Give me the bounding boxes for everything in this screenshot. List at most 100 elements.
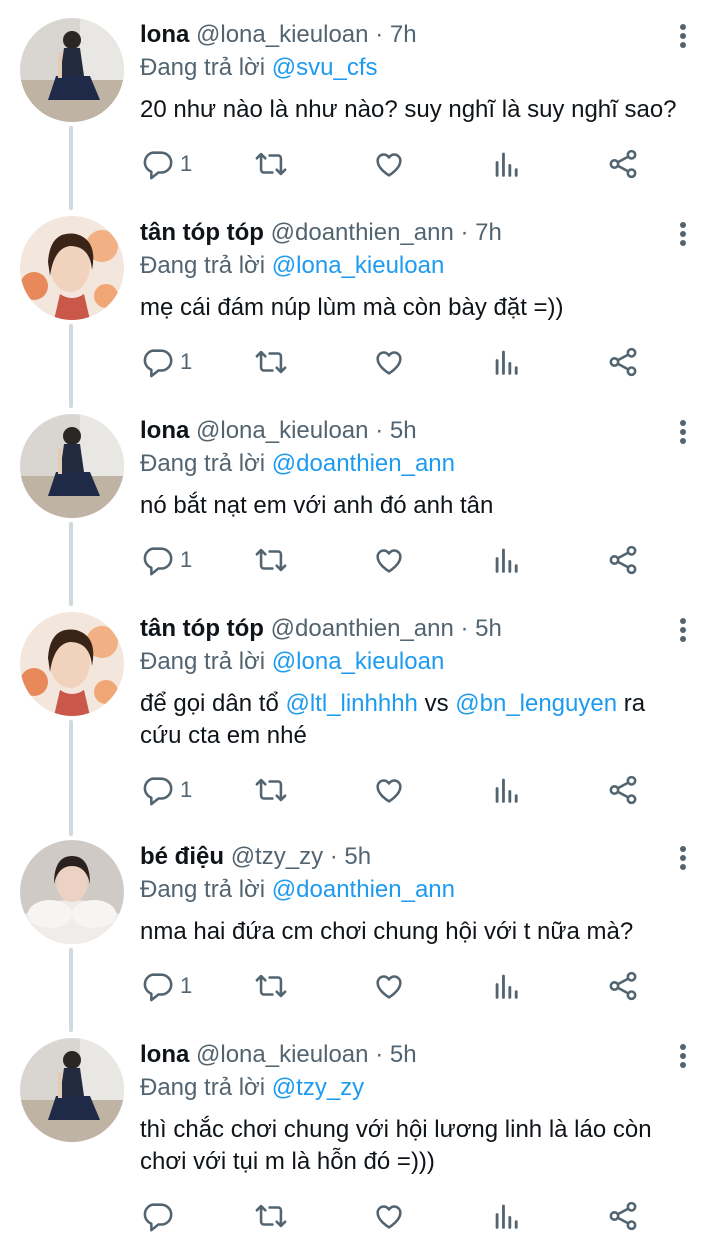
reply-mention-link[interactable]: @doanthien_ann (272, 876, 455, 903)
display-name[interactable]: tân tóp tóp (140, 615, 264, 642)
user-handle[interactable]: @tzy_zy (231, 843, 323, 870)
views-button[interactable] (490, 344, 524, 380)
mention-link[interactable]: @ltl_linhhhh (285, 690, 417, 717)
views-button[interactable] (490, 772, 524, 808)
like-button[interactable] (372, 344, 406, 380)
tweet-text: để gọi dân tổ @ltl_linhhhh vs @bn_lenguy… (140, 688, 700, 752)
avatar[interactable] (20, 1038, 124, 1142)
thread-line (69, 720, 73, 836)
reply-button[interactable]: 1 (140, 344, 192, 380)
display-name[interactable]: lona (140, 417, 189, 444)
display-name[interactable]: tân tóp tóp (140, 219, 264, 246)
more-options-button[interactable] (678, 222, 688, 250)
reply-count: 1 (180, 151, 193, 176)
reply-mention-link[interactable]: @svu_cfs (272, 54, 378, 81)
more-icon (680, 618, 686, 624)
like-icon (376, 351, 402, 375)
retweet-button[interactable] (254, 146, 288, 182)
reply-prefix: Đang trả lời (140, 1074, 266, 1101)
more-options-button[interactable] (678, 1044, 688, 1072)
like-icon (376, 975, 402, 999)
more-options-button[interactable] (678, 618, 688, 646)
views-button[interactable] (490, 146, 524, 182)
user-handle[interactable]: @lona_kieuloan (196, 1041, 369, 1068)
avatar[interactable] (20, 612, 124, 716)
display-name[interactable]: bé điệu (140, 843, 224, 870)
share-button[interactable] (606, 772, 640, 808)
reply-button[interactable] (140, 1198, 180, 1234)
reply-button[interactable]: 1 (140, 542, 192, 578)
like-button[interactable] (372, 772, 406, 808)
thread-line (69, 324, 73, 408)
user-handle[interactable]: @lona_kieuloan (196, 417, 369, 444)
reply-icon (143, 349, 173, 378)
user-handle[interactable]: @doanthien_ann (271, 219, 454, 246)
avatar[interactable] (20, 840, 124, 944)
timestamp[interactable]: 5h (390, 1041, 417, 1068)
text-segment: để gọi dân tổ (140, 690, 286, 717)
share-button[interactable] (606, 968, 640, 1004)
reply-button[interactable]: 1 (140, 968, 192, 1004)
avatar[interactable] (20, 18, 124, 122)
retweet-button[interactable] (254, 542, 288, 578)
retweet-icon (255, 350, 287, 374)
user-handle[interactable]: @doanthien_ann (271, 615, 454, 642)
timestamp[interactable]: 5h (344, 843, 371, 870)
separator-dot: · (329, 843, 338, 870)
separator-dot: · (375, 417, 384, 444)
share-button[interactable] (606, 1198, 640, 1234)
reply-icon (143, 547, 173, 576)
mention-link[interactable]: @bn_lenguyen (455, 690, 617, 717)
share-button[interactable] (606, 344, 640, 380)
views-button[interactable] (490, 968, 524, 1004)
timestamp[interactable]: 7h (475, 219, 502, 246)
reply-prefix: Đang trả lời (140, 252, 266, 279)
reply-mention-link[interactable]: @lona_kieuloan (272, 648, 445, 675)
like-button[interactable] (372, 146, 406, 182)
views-icon (495, 152, 518, 177)
tweet-text: nó bắt nạt em với anh đó anh tân (140, 492, 494, 519)
like-button[interactable] (372, 968, 406, 1004)
reply-mention-link[interactable]: @lona_kieuloan (272, 252, 445, 279)
more-icon (680, 1044, 686, 1050)
reply-icon (143, 973, 173, 1002)
reply-button[interactable]: 1 (140, 772, 192, 808)
tweet-thread: lona @lona_kieuloan · 7h Đang trả lời @s… (0, 0, 720, 1246)
tweet-actions: 1 (140, 146, 660, 182)
reply-mention-link[interactable]: @doanthien_ann (272, 450, 455, 477)
timestamp[interactable]: 5h (390, 417, 417, 444)
more-options-button[interactable] (678, 420, 688, 448)
timestamp[interactable]: 7h (390, 21, 417, 48)
more-options-button[interactable] (678, 24, 688, 52)
more-options-button[interactable] (678, 846, 688, 874)
share-button[interactable] (606, 542, 640, 578)
display-name[interactable]: lona (140, 21, 189, 48)
like-button[interactable] (372, 1198, 406, 1234)
views-button[interactable] (490, 542, 524, 578)
timestamp[interactable]: 5h (475, 615, 502, 642)
like-icon (376, 153, 402, 177)
text-segment: ra (617, 690, 646, 717)
reply-icon (143, 777, 173, 806)
user-handle[interactable]: @lona_kieuloan (196, 21, 369, 48)
reply-prefix: Đang trả lời (140, 648, 266, 675)
share-button[interactable] (606, 146, 640, 182)
display-name[interactable]: lona (140, 1041, 189, 1068)
views-button[interactable] (490, 1198, 524, 1234)
more-icon (680, 24, 686, 30)
reply-button[interactable]: 1 (140, 146, 192, 182)
retweet-button[interactable] (254, 1198, 288, 1234)
views-icon (495, 350, 518, 375)
avatar[interactable] (20, 216, 124, 320)
retweet-button[interactable] (254, 968, 288, 1004)
avatar[interactable] (20, 414, 124, 518)
share-icon (609, 347, 637, 377)
retweet-icon (255, 778, 287, 802)
text-segment: cứu cta em nhé (140, 722, 307, 749)
retweet-button[interactable] (254, 344, 288, 380)
views-icon (495, 974, 518, 999)
retweet-button[interactable] (254, 772, 288, 808)
like-icon (376, 1205, 402, 1229)
like-button[interactable] (372, 542, 406, 578)
reply-mention-link[interactable]: @tzy_zy (272, 1074, 364, 1101)
